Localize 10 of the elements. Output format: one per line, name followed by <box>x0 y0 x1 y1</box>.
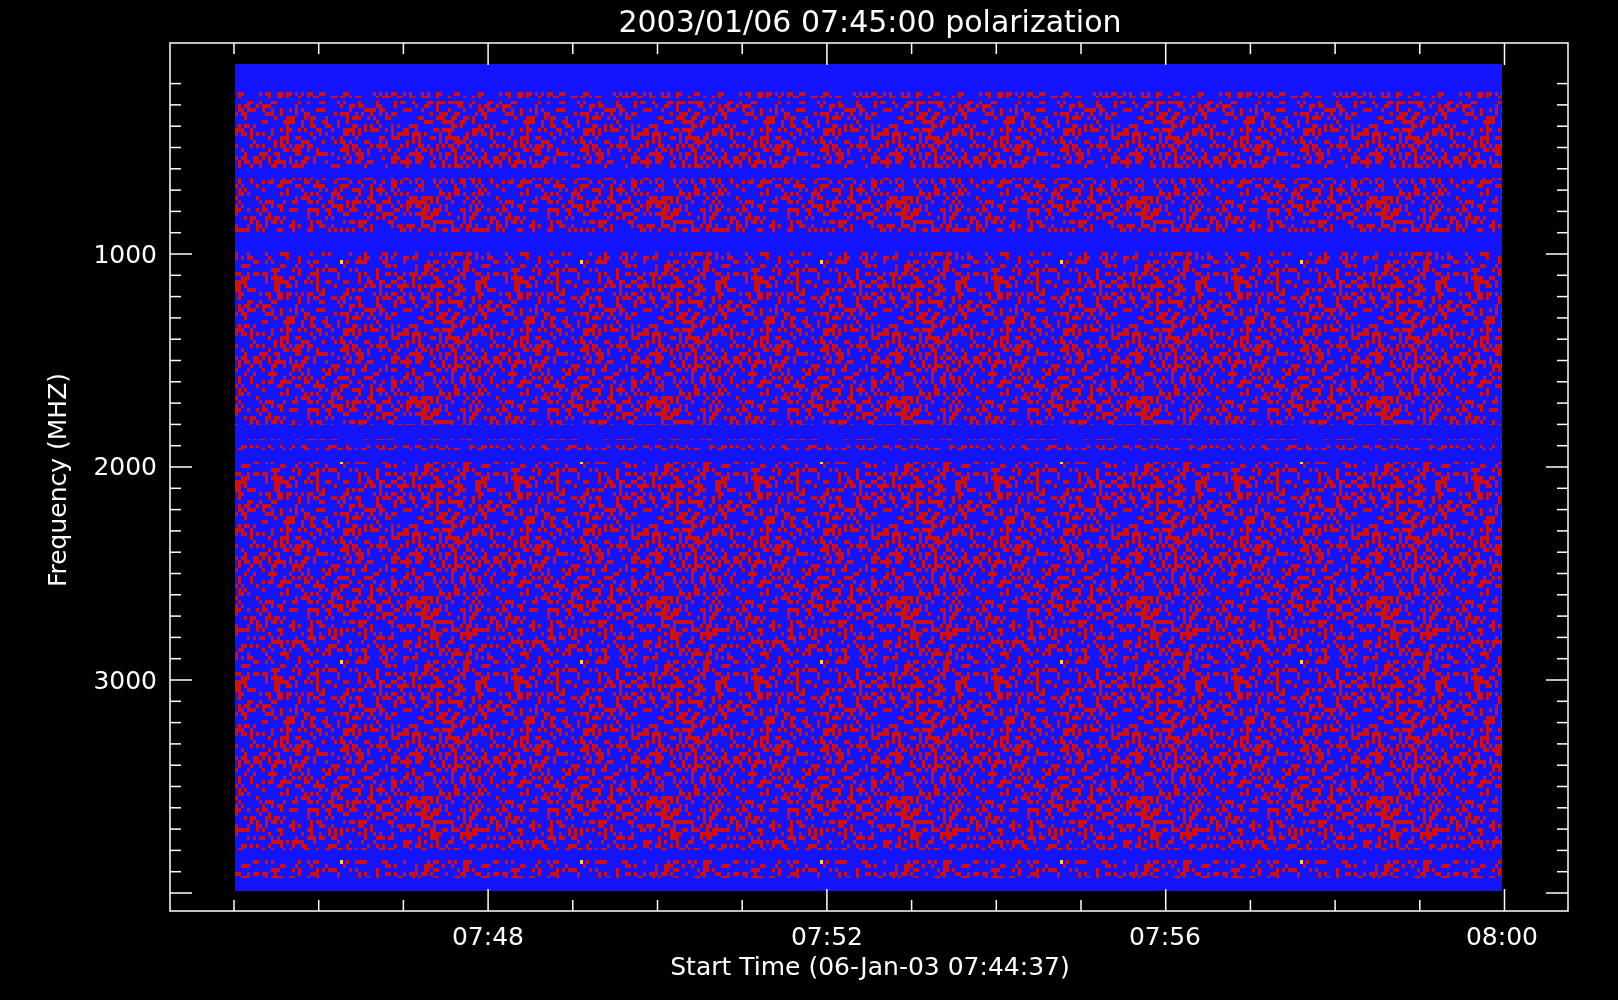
x-tick-label: 07:52 <box>791 922 863 951</box>
plot-title: 2003/01/06 07:45:00 polarization <box>618 4 1122 39</box>
x-axis-label: Start Time (06-Jan-03 07:44:37) <box>670 952 1070 981</box>
y-tick-label: 3000 <box>93 666 157 695</box>
y-axis-label: Frequency (MHZ) <box>43 372 72 588</box>
x-tick-label: 07:56 <box>1129 922 1201 951</box>
x-tick-label: 07:48 <box>452 922 524 951</box>
y-tick-label: 1000 <box>93 240 157 269</box>
x-tick-label: 08:00 <box>1466 922 1538 951</box>
y-tick-label: 2000 <box>93 452 157 481</box>
